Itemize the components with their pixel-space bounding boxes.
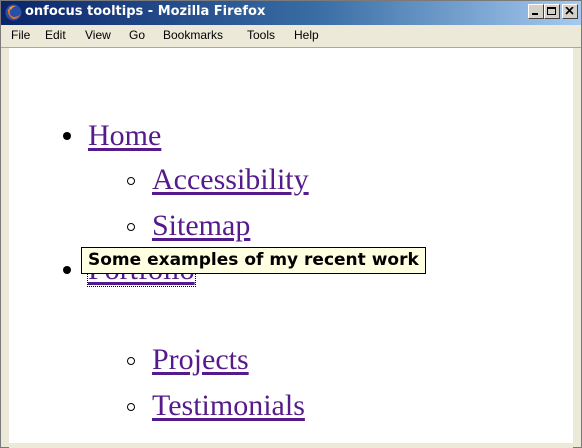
home-link[interactable]: Home (88, 119, 161, 152)
list-bullet (127, 357, 135, 365)
tooltip: Some examples of my recent work (81, 247, 426, 274)
maximize-button[interactable] (544, 4, 560, 19)
menu-bar: File Edit View Go Bookmarks Tools Help (1, 25, 581, 69)
nav-item-projects: Projects (152, 343, 249, 377)
window-right-frame (573, 48, 581, 443)
testimonials-link[interactable]: Testimonials (152, 389, 305, 422)
firefox-icon (5, 4, 22, 21)
window-title: onfocus tooltips - Mozilla Firefox (25, 4, 266, 19)
nav-item-sitemap: Sitemap (152, 209, 250, 243)
window-bottom-frame (9, 443, 573, 448)
title-bar[interactable]: onfocus tooltips - Mozilla Firefox (1, 1, 581, 25)
close-icon (565, 7, 574, 15)
menu-file[interactable]: File (11, 28, 30, 42)
minimize-icon (532, 13, 538, 15)
menu-tools[interactable]: Tools (247, 28, 275, 42)
projects-link[interactable]: Projects (152, 343, 249, 376)
list-bullet (127, 403, 135, 411)
list-bullet (127, 223, 135, 231)
menu-edit[interactable]: Edit (45, 28, 66, 42)
accessibility-link[interactable]: Accessibility (152, 163, 309, 196)
nav-item-accessibility: Accessibility (152, 163, 309, 197)
close-button[interactable] (562, 4, 578, 19)
minimize-button[interactable] (528, 4, 544, 19)
browser-window: onfocus tooltips - Mozilla Firefox File … (0, 0, 582, 448)
list-bullet (63, 266, 71, 274)
menu-bookmarks[interactable]: Bookmarks (163, 28, 223, 42)
list-bullet (127, 177, 135, 185)
maximize-icon (547, 7, 556, 15)
menu-help[interactable]: Help (294, 28, 319, 42)
list-bullet (63, 132, 71, 140)
sitemap-link[interactable]: Sitemap (152, 209, 250, 242)
nav-item-home: Home (88, 119, 161, 153)
content-area-top (9, 48, 573, 63)
menu-view[interactable]: View (85, 28, 111, 42)
nav-item-testimonials: Testimonials (152, 389, 305, 423)
menu-go[interactable]: Go (129, 28, 145, 42)
